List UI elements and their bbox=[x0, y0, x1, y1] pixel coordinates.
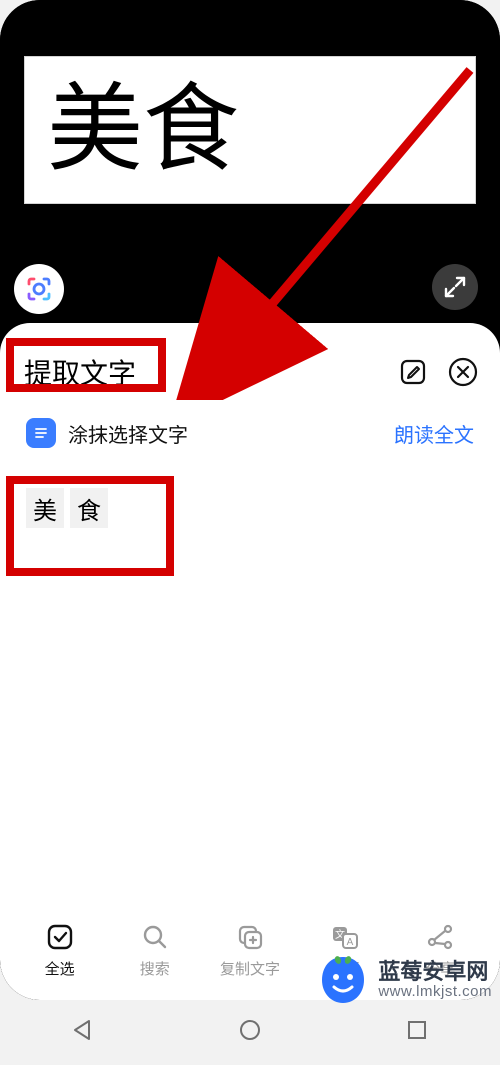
tool-label: 复制文字 bbox=[220, 958, 280, 979]
result-area: 美 食 bbox=[0, 454, 500, 908]
tool-label: 全选 bbox=[45, 958, 75, 979]
tool-label: 搜索 bbox=[140, 958, 170, 979]
system-nav-bar bbox=[0, 1000, 500, 1065]
select-label: 涂抹选择文字 bbox=[68, 419, 188, 448]
expand-button[interactable] bbox=[432, 264, 478, 310]
edit-button[interactable] bbox=[396, 355, 430, 389]
scanned-text: 美食 bbox=[47, 82, 239, 178]
tool-label: 翻译 bbox=[330, 958, 360, 979]
sheet-grabber[interactable] bbox=[225, 337, 275, 342]
edit-icon bbox=[399, 358, 427, 386]
nav-back-button[interactable] bbox=[71, 1018, 95, 1047]
camera-preview-area: 美食 bbox=[0, 0, 500, 330]
expand-icon bbox=[444, 276, 466, 298]
scanned-image: 美食 bbox=[24, 56, 476, 204]
sheet-header: 提取文字 bbox=[0, 350, 500, 404]
nav-recent-button[interactable] bbox=[405, 1018, 429, 1047]
square-recent-icon bbox=[405, 1018, 429, 1042]
search-icon bbox=[140, 922, 170, 952]
triangle-back-icon bbox=[71, 1018, 95, 1042]
nav-home-button[interactable] bbox=[238, 1018, 262, 1047]
translate-button[interactable]: 文 A 翻译 bbox=[305, 920, 385, 979]
lens-button[interactable] bbox=[14, 264, 64, 314]
circle-home-icon bbox=[238, 1018, 262, 1042]
close-icon bbox=[448, 357, 478, 387]
select-all-button[interactable]: 全选 bbox=[20, 920, 100, 979]
share-button[interactable]: 分享 bbox=[400, 920, 480, 979]
toolbar: 全选 搜索 bbox=[0, 908, 500, 1000]
share-icon bbox=[425, 922, 455, 952]
copy-icon bbox=[235, 922, 265, 952]
result-chars: 美 食 bbox=[26, 488, 474, 528]
close-button[interactable] bbox=[446, 355, 480, 389]
result-char[interactable]: 食 bbox=[70, 488, 108, 528]
copy-text-button[interactable]: 复制文字 bbox=[210, 920, 290, 979]
phone-frame: 美食 bbox=[0, 0, 500, 1000]
result-char[interactable]: 美 bbox=[26, 488, 64, 528]
read-aloud-button[interactable]: 朗读全文 bbox=[394, 419, 474, 448]
translate-icon: 文 A bbox=[330, 922, 360, 952]
extract-text-sheet: 提取文字 bbox=[0, 323, 500, 1000]
search-button[interactable]: 搜索 bbox=[115, 920, 195, 979]
svg-text:A: A bbox=[347, 937, 354, 948]
sheet-title: 提取文字 bbox=[24, 352, 136, 392]
select-badge-icon bbox=[26, 418, 56, 448]
tool-label: 分享 bbox=[425, 958, 455, 979]
select-all-icon bbox=[45, 922, 75, 952]
select-row: 涂抹选择文字 朗读全文 bbox=[0, 404, 500, 454]
lens-icon bbox=[23, 273, 55, 305]
